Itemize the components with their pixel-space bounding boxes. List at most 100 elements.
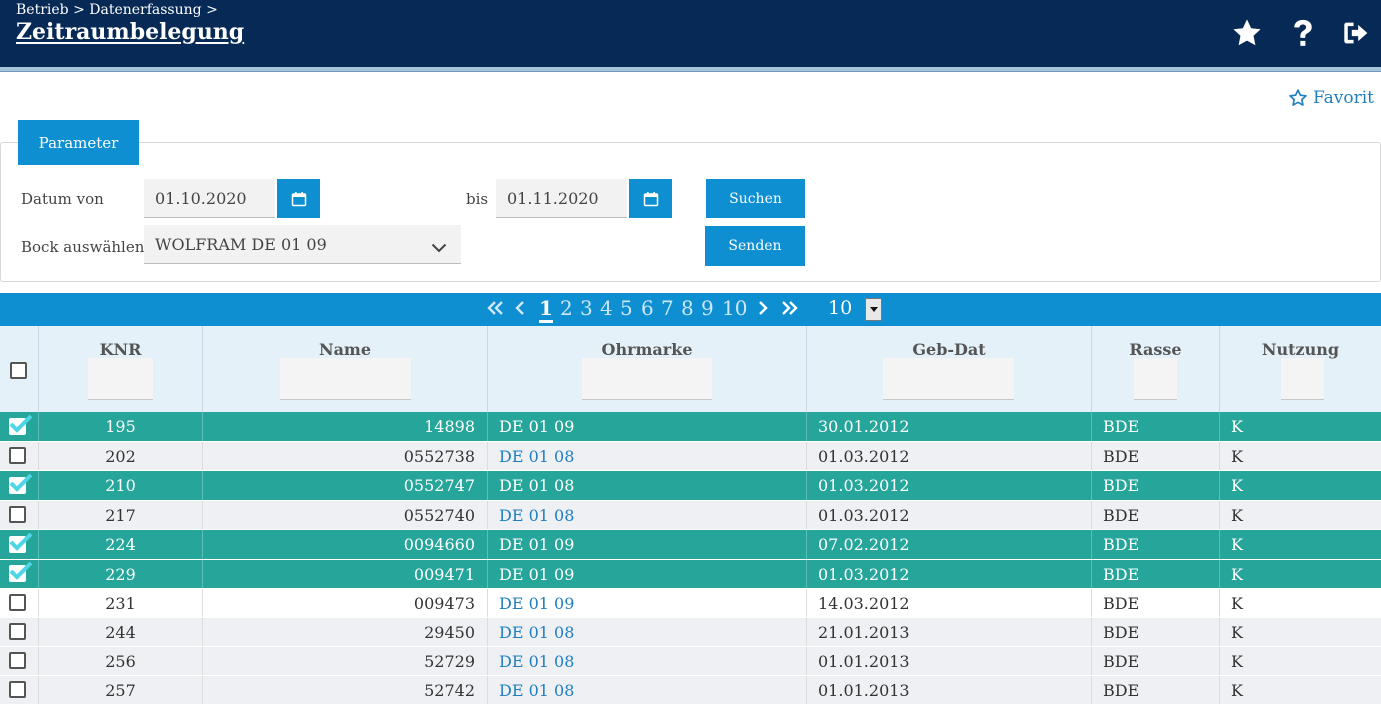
cell-gebdat: 21.01.2013 <box>807 618 1092 646</box>
filter-gebdat-input[interactable] <box>883 358 1014 400</box>
cell-gebdat: 01.01.2013 <box>807 676 1092 704</box>
row-checkbox[interactable] <box>8 680 30 700</box>
cell-knr: 244 <box>39 618 203 646</box>
checkmark-icon <box>9 473 33 492</box>
column-header[interactable]: Nutzung <box>1220 340 1381 359</box>
star-icon[interactable] <box>1230 16 1264 50</box>
filter-knr-input[interactable] <box>88 358 153 400</box>
row-checkbox[interactable] <box>8 446 30 466</box>
cell-knr: 257 <box>39 676 203 704</box>
page-link[interactable]: 1 <box>539 296 553 323</box>
breadcrumb[interactable]: Betrieb > Datenerfassung > <box>16 2 218 18</box>
checkmark-icon <box>9 561 33 580</box>
calendar-icon[interactable] <box>629 179 672 218</box>
page-title[interactable]: Zeitraumbelegung <box>16 19 244 45</box>
cell-gebdat: 01.03.2012 <box>807 471 1092 500</box>
column-header[interactable]: Ohrmarke <box>488 340 806 359</box>
bock-select-value: WOLFRAM DE 01 09 <box>155 234 327 254</box>
table-row[interactable]: 244 29450 DE 01 08 21.01.2013 BDE K <box>0 617 1381 646</box>
bis-input[interactable]: 01.11.2020 <box>496 179 627 218</box>
column-name: Name <box>203 326 488 412</box>
table-row[interactable]: 202 0552738 DE 01 08 01.03.2012 BDE K <box>0 441 1381 470</box>
page-link[interactable]: 2 <box>560 296 573 320</box>
next-page-icon[interactable] <box>758 300 768 320</box>
cell-knr: 195 <box>39 412 203 441</box>
table-row[interactable]: 229 009471 DE 01 09 01.03.2012 BDE K <box>0 559 1381 588</box>
cell-nutzung: K <box>1231 564 1243 584</box>
filter-ohrmarke-input[interactable] <box>582 358 712 400</box>
cell-ohrmarke[interactable]: DE 01 08 <box>488 501 807 529</box>
senden-button[interactable]: Senden <box>705 226 805 266</box>
column-header[interactable]: Geb-Dat <box>807 340 1091 359</box>
filter-rasse-input[interactable] <box>1134 358 1177 400</box>
cell-ohrmarke[interactable]: DE 01 08 <box>488 647 807 675</box>
row-checkbox[interactable] <box>8 593 30 613</box>
last-page-icon[interactable] <box>781 300 799 320</box>
cell-nutzung: K <box>1231 622 1243 642</box>
row-checkbox-checked[interactable] <box>8 532 33 555</box>
cell-ohrmarke[interactable]: DE 01 09 <box>488 589 807 617</box>
select-all-checkbox[interactable] <box>10 362 32 382</box>
cell-name: 14898 <box>203 412 488 441</box>
cell-rasse: BDE <box>1092 471 1220 500</box>
page-link[interactable]: 3 <box>580 296 593 320</box>
page-link[interactable]: 6 <box>641 296 654 320</box>
row-checkbox[interactable] <box>8 622 30 642</box>
chevron-down-icon <box>431 238 447 257</box>
parameter-panel: Datum von 01.10.2020 bis 01.11.2020 Such… <box>0 142 1381 282</box>
logout-icon[interactable] <box>1340 16 1374 50</box>
row-checkbox-checked[interactable] <box>8 414 33 437</box>
cell-rasse: BDE <box>1092 647 1220 675</box>
favorit-button[interactable]: Favorit <box>1288 88 1374 108</box>
page-size-dropdown[interactable] <box>865 298 882 321</box>
page-link[interactable]: 7 <box>661 296 674 320</box>
cell-knr: 231 <box>39 589 203 617</box>
tab-parameter[interactable]: Parameter <box>18 120 139 165</box>
question-icon[interactable] <box>1286 16 1320 50</box>
cell-knr: 217 <box>39 501 203 529</box>
table-row[interactable]: 217 0552740 DE 01 08 01.03.2012 BDE K <box>0 500 1381 529</box>
filter-name-input[interactable] <box>280 358 411 400</box>
prev-page-icon[interactable] <box>515 300 525 320</box>
page-link[interactable]: 4 <box>600 296 613 320</box>
cell-ohrmarke[interactable]: DE 01 08 <box>488 618 807 646</box>
cell-ohrmarke[interactable]: DE 01 08 <box>488 442 807 470</box>
column-ohrmarke: Ohrmarke <box>488 326 807 412</box>
column-rasse: Rasse <box>1092 326 1220 412</box>
checkmark-icon <box>9 532 33 551</box>
row-checkbox[interactable] <box>8 651 30 671</box>
page-link[interactable]: 5 <box>620 296 633 320</box>
header-stripe <box>0 67 1381 72</box>
row-checkbox-checked[interactable] <box>8 473 33 496</box>
table-row[interactable]: 257 52742 DE 01 08 01.01.2013 BDE K <box>0 675 1381 704</box>
row-checkbox[interactable] <box>8 505 30 525</box>
suchen-button[interactable]: Suchen <box>706 179 805 218</box>
table-row[interactable]: 231 009473 DE 01 09 14.03.2012 BDE K <box>0 588 1381 617</box>
top-header: Betrieb > Datenerfassung > Zeitraumbeleg… <box>0 0 1381 67</box>
column-header[interactable]: KNR <box>39 340 202 359</box>
bis-label: bis <box>466 190 489 208</box>
cell-nutzung: K <box>1231 446 1243 466</box>
table-row[interactable]: 224 0094660 DE 01 09 07.02.2012 BDE K <box>0 529 1381 559</box>
table-row[interactable]: 256 52729 DE 01 08 01.01.2013 BDE K <box>0 646 1381 675</box>
star-outline-icon <box>1288 88 1308 108</box>
calendar-icon[interactable] <box>277 179 320 218</box>
first-page-icon[interactable] <box>486 300 504 320</box>
page-link[interactable]: 10 <box>722 296 747 320</box>
filter-nutzung-input[interactable] <box>1281 358 1324 400</box>
column-header[interactable]: Rasse <box>1092 340 1219 359</box>
page-link[interactable]: 8 <box>681 296 694 320</box>
row-select-cell <box>0 530 39 559</box>
cell-ohrmarke[interactable]: DE 01 08 <box>488 676 807 704</box>
row-select-cell <box>0 618 39 646</box>
cell-ohrmarke: DE 01 08 <box>488 471 807 500</box>
page-link[interactable]: 9 <box>701 296 714 320</box>
datum-von-input[interactable]: 01.10.2020 <box>144 179 275 218</box>
table-header: KNR Name Ohrmarke Geb-Dat Rasse Nutzung <box>0 326 1381 412</box>
bock-select[interactable]: WOLFRAM DE 01 09 <box>144 225 461 264</box>
row-checkbox-checked[interactable] <box>8 561 33 584</box>
table-row[interactable]: 210 0552747 DE 01 08 01.03.2012 BDE K <box>0 470 1381 500</box>
table-row[interactable]: 195 14898 DE 01 09 30.01.2012 BDE K <box>0 412 1381 441</box>
column-header[interactable]: Name <box>203 340 487 359</box>
cell-nutzung: K <box>1231 535 1243 554</box>
